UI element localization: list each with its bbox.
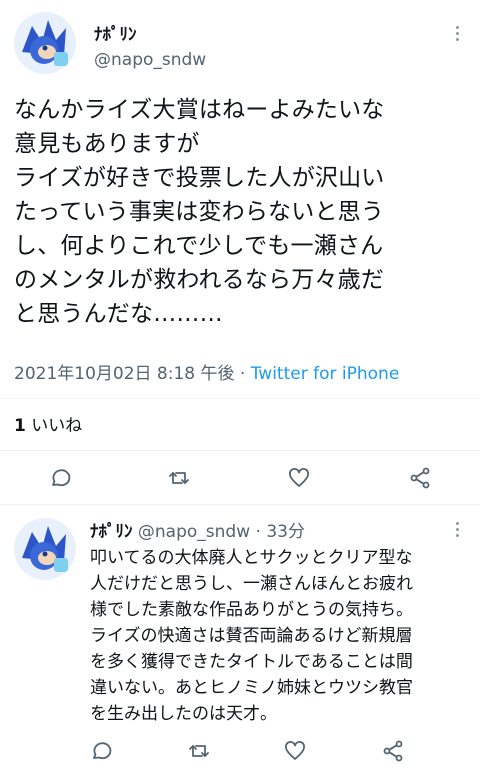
share-icon[interactable] <box>380 738 406 764</box>
reply-header: ﾅﾎﾟﾘﾝ @napo_sndw · 33分 <box>90 517 305 542</box>
reply-icon[interactable] <box>88 738 114 764</box>
author-avatar[interactable] <box>14 12 76 74</box>
tweet-line: なんかライズ大賞はねーよみたいな <box>14 97 385 123</box>
reply-line: 人だけだと思うし、一瀬さんほんとお疲れ <box>90 574 413 594</box>
tweet-line: 意見もありますが <box>14 131 200 157</box>
reply-body: 叩いてるの大体廃人とサクッとクリア型な 人だけだと思うし、一瀬さんほんとお疲れ … <box>90 545 475 727</box>
reply-author-handle[interactable]: @napo_sndw · 33分 <box>138 522 305 542</box>
tweet-body: なんかライズ大賞はねーよみたいな 意見もありますが ライズが好きで投票した人が沢… <box>14 93 474 331</box>
reply-line: ライズの快適さは賛否両論あるけど新規層 <box>90 626 413 646</box>
tweet-timestamp[interactable]: 2021年10月02日 8:18 午後 · <box>14 364 251 384</box>
retweet-icon[interactable] <box>186 738 212 764</box>
author-name[interactable]: ﾅﾎﾟﾘﾝ <box>94 20 137 45</box>
tweet-line: し、何よりこれで少しでも一瀬さん <box>14 233 384 259</box>
more-icon[interactable] <box>456 26 460 41</box>
tweet-source[interactable]: Twitter for iPhone <box>251 364 400 384</box>
tweet-meta: 2021年10月02日 8:18 午後 · Twitter for iPhone <box>14 359 399 384</box>
tweet-line: と思うんだな……… <box>14 301 223 327</box>
tweet-line: ライズが好きで投票した人が沢山い <box>14 165 385 191</box>
reply-line: を多く獲得できたタイトルであることは間 <box>90 652 413 672</box>
reply-line: 叩いてるの大体廃人とサクッとクリア型な <box>90 548 413 568</box>
share-icon[interactable] <box>407 465 433 491</box>
author-handle[interactable]: @napo_sndw <box>94 50 206 70</box>
reply-line: 違いない。あとヒノミノ姉妹とウツシ教官 <box>90 678 413 698</box>
reply-line: を生み出したのは天才。 <box>90 704 277 724</box>
tweet-line: たっていう事実は変わらないと思う <box>14 199 385 225</box>
likes-number: 1 <box>14 416 26 436</box>
reply-author-name[interactable]: ﾅﾎﾟﾘﾝ <box>90 522 133 542</box>
like-icon[interactable] <box>286 465 312 491</box>
reply-line: 様でした素敵な作品ありがとうの気持ち。 <box>90 600 413 620</box>
reply-icon[interactable] <box>47 465 73 491</box>
tweet-line: のメンタルが救われるなら万々歳だ <box>14 267 385 293</box>
divider <box>0 398 480 399</box>
divider <box>0 504 480 505</box>
likes-label: いいね <box>25 416 83 436</box>
like-icon[interactable] <box>282 738 308 764</box>
divider <box>0 450 480 451</box>
likes-count[interactable]: 1 いいね <box>14 411 82 436</box>
more-icon[interactable] <box>456 522 460 537</box>
retweet-icon[interactable] <box>166 465 192 491</box>
reply-avatar[interactable] <box>14 518 76 580</box>
